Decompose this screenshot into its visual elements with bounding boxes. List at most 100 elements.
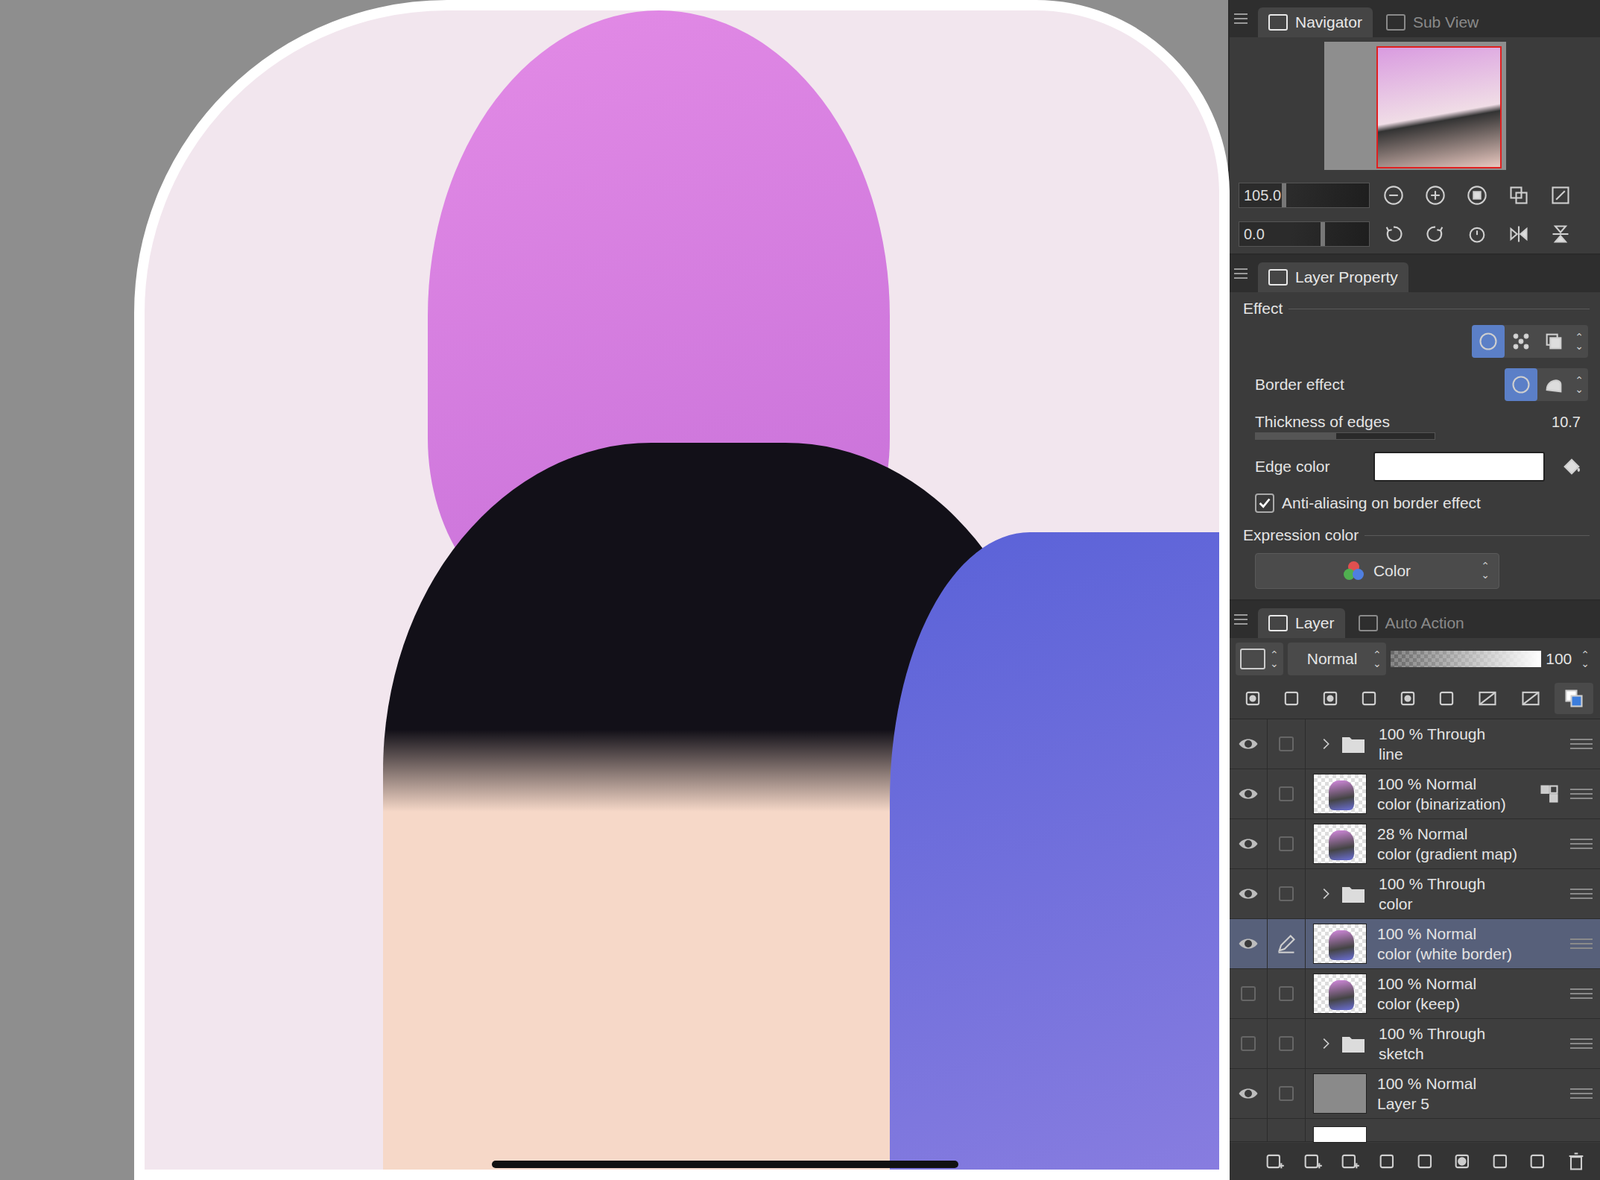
zoom-in-icon[interactable]	[1417, 180, 1454, 211]
watercolor-edge-icon	[1543, 374, 1565, 395]
rotate-left-icon[interactable]	[1375, 219, 1412, 249]
menu-icon[interactable]	[1234, 268, 1248, 279]
effect-button[interactable]	[1471, 324, 1505, 358]
layer-action-icon[interactable]	[1523, 1146, 1554, 1176]
visibility-toggle[interactable]	[1229, 968, 1268, 1018]
layer-row[interactable]: 28 % Normalcolor (gradient map)	[1229, 819, 1600, 869]
panel-tab[interactable]: Navigator	[1257, 7, 1373, 38]
edit-target[interactable]	[1267, 819, 1306, 869]
visibility-toggle[interactable]	[1229, 918, 1268, 969]
ruler-icon[interactable]	[1511, 682, 1551, 714]
layer-row[interactable]: 100 % Normalcolor (binarization)	[1229, 769, 1600, 820]
edit-target[interactable]	[1267, 769, 1306, 819]
drag-handle-icon[interactable]	[1562, 988, 1600, 999]
layer-tool-icon[interactable]	[1351, 682, 1387, 714]
drag-handle-icon[interactable]	[1562, 938, 1600, 949]
expression-color-dropdown[interactable]: Color⌃⌄	[1254, 552, 1500, 589]
actual-size-icon[interactable]	[1459, 180, 1495, 211]
edit-target[interactable]	[1267, 1018, 1306, 1068]
thickness-value[interactable]: 10.7	[1551, 413, 1589, 431]
layer-action-icon[interactable]	[1410, 1146, 1441, 1176]
canvas[interactable]	[0, 0, 1229, 1180]
thickness-slider[interactable]	[1254, 432, 1436, 440]
drag-handle-icon[interactable]	[1562, 788, 1600, 799]
layer-tool-icon[interactable]	[1313, 682, 1348, 714]
layer-row[interactable]: 100 % NormalLayer 5	[1229, 1068, 1600, 1119]
effect-button[interactable]	[1504, 324, 1538, 358]
layer-row[interactable]: 100 % Throughcolor	[1229, 868, 1600, 919]
visibility-toggle[interactable]	[1229, 819, 1268, 869]
layer-action-icon[interactable]	[1259, 1146, 1290, 1176]
visibility-toggle[interactable]	[1229, 769, 1268, 819]
layer-tool-icon[interactable]	[1274, 682, 1309, 714]
flip-vertical-icon[interactable]	[1542, 219, 1579, 249]
flip-horizontal-icon[interactable]	[1500, 219, 1537, 249]
delete-icon[interactable]	[1561, 1146, 1592, 1176]
edit-target[interactable]	[1267, 719, 1306, 769]
menu-icon[interactable]	[1234, 13, 1248, 24]
panel-tab[interactable]: Sub View	[1375, 7, 1489, 38]
reset-rotation-icon[interactable]	[1459, 219, 1495, 249]
layer-row[interactable]: 100 % Normalcolor (white border)	[1229, 918, 1600, 969]
drag-handle-icon[interactable]	[1562, 838, 1600, 849]
rotate-right-icon[interactable]	[1417, 219, 1454, 249]
menu-icon[interactable]	[1234, 614, 1248, 625]
layer-tool-icon[interactable]	[1429, 682, 1464, 714]
fit-icon[interactable]	[1500, 180, 1537, 211]
panel-tab[interactable]: Auto Action	[1348, 608, 1475, 638]
panel-tab[interactable]: Layer Property	[1257, 262, 1409, 293]
more-icon[interactable]: ⌃⌄	[1570, 375, 1589, 394]
navigator-preview[interactable]	[1229, 37, 1600, 176]
panel-tab[interactable]: Layer	[1257, 608, 1346, 638]
rotation-slider[interactable]: 0.0	[1238, 221, 1370, 247]
border-style-button[interactable]	[1504, 368, 1538, 401]
layer-action-icon[interactable]	[1447, 1146, 1478, 1176]
edit-target[interactable]	[1267, 868, 1306, 919]
effect-button[interactable]	[1537, 324, 1571, 358]
expand-icon[interactable]	[1313, 735, 1339, 752]
opacity-slider[interactable]	[1390, 650, 1542, 667]
layer-row[interactable]: 100 % Throughline	[1229, 719, 1600, 770]
layer-action-icon[interactable]	[1297, 1146, 1328, 1176]
layer-row[interactable]: 100 % Throughsketch	[1229, 1018, 1600, 1069]
reference-layer-icon	[1535, 783, 1563, 805]
layer-list: 100 % Throughline100 % Normalcolor (bina…	[1229, 719, 1600, 1143]
expand-icon[interactable]	[1313, 885, 1339, 902]
layer-thumbnail	[1313, 973, 1367, 1014]
view-frame[interactable]	[1376, 46, 1502, 169]
more-icon[interactable]: ⌃⌄	[1570, 332, 1589, 351]
zoom-out-icon[interactable]	[1375, 180, 1412, 211]
layer-color-icon[interactable]	[1554, 682, 1594, 714]
opacity-value[interactable]: 100	[1545, 649, 1572, 668]
layer-color-button[interactable]: ⌃⌄	[1235, 642, 1284, 676]
border-style-button[interactable]	[1537, 368, 1571, 401]
visibility-toggle[interactable]	[1229, 719, 1268, 769]
edge-color-swatch[interactable]	[1373, 451, 1545, 482]
edit-target[interactable]	[1267, 968, 1306, 1018]
blend-mode-dropdown[interactable]: Normal⌃⌄	[1287, 642, 1387, 676]
section-title: Effect	[1229, 292, 1600, 321]
edit-target[interactable]	[1267, 918, 1306, 969]
layer-tool-icon[interactable]	[1235, 682, 1270, 714]
drag-handle-icon[interactable]	[1562, 1088, 1600, 1099]
rgb-icon	[1343, 561, 1365, 581]
edit-target[interactable]	[1267, 1068, 1306, 1118]
zoom-slider[interactable]: 105.0	[1238, 182, 1370, 208]
expand-icon[interactable]	[1313, 1035, 1339, 1052]
drag-handle-icon[interactable]	[1562, 738, 1600, 749]
layer-action-icon[interactable]	[1485, 1146, 1516, 1176]
drag-handle-icon[interactable]	[1562, 1038, 1600, 1049]
fit-window-icon[interactable]	[1542, 180, 1579, 211]
folder-icon	[1338, 1033, 1369, 1054]
drag-handle-icon[interactable]	[1562, 888, 1600, 899]
layer-row[interactable]: 100 % Normalcolor (keep)	[1229, 968, 1600, 1019]
visibility-toggle[interactable]	[1229, 1018, 1268, 1068]
layer-tool-icon[interactable]	[1390, 682, 1425, 714]
mask-icon[interactable]	[1468, 682, 1507, 714]
visibility-toggle[interactable]	[1229, 1068, 1268, 1118]
anti-aliasing-checkbox[interactable]: Anti-aliasing on border effect	[1229, 487, 1600, 516]
fill-bucket-icon[interactable]	[1555, 451, 1589, 482]
layer-action-icon[interactable]	[1334, 1146, 1365, 1176]
visibility-toggle[interactable]	[1229, 868, 1268, 919]
layer-action-icon[interactable]	[1372, 1146, 1403, 1176]
